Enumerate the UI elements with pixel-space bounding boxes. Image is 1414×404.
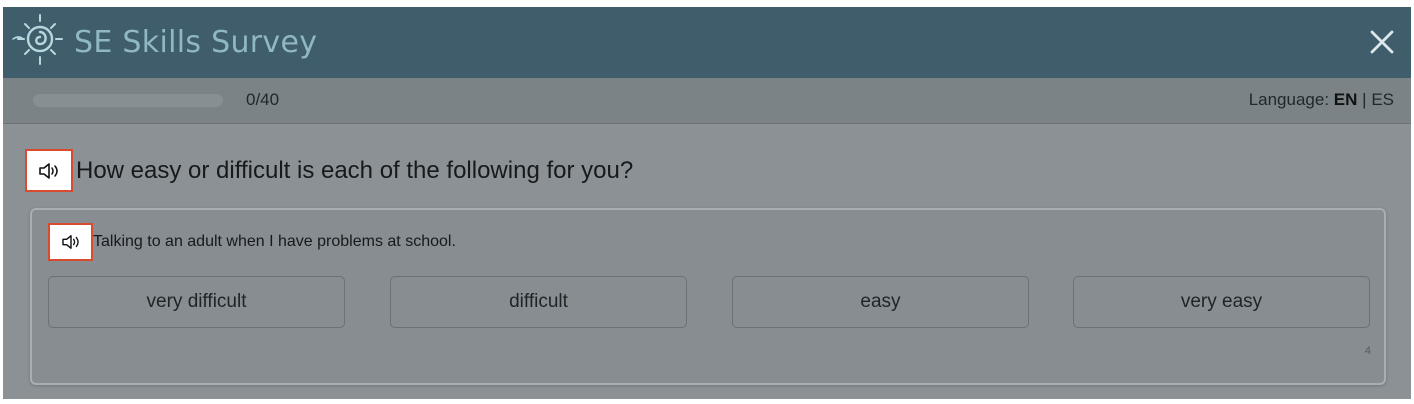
language-separator: | [1362, 90, 1367, 109]
language-label: Language: [1248, 90, 1330, 109]
survey-window: SE Skills Survey 0/40 Language: EN | ES … [3, 7, 1411, 399]
sun-swirl-logo-icon [5, 10, 69, 74]
app-title: SE Skills Survey [74, 25, 318, 60]
answer-difficult-button[interactable]: difficult [390, 276, 687, 328]
question-audio-button[interactable] [25, 149, 73, 192]
answer-easy-button[interactable]: easy [732, 276, 1029, 328]
speaker-icon [61, 235, 79, 249]
language-switcher: Language: EN | ES [1249, 89, 1394, 111]
progress-row: 0/40 Language: EN | ES [3, 78, 1411, 124]
language-option-en[interactable]: EN [1334, 90, 1358, 109]
answer-options: very difficult difficult easy very easy [32, 276, 1384, 330]
language-option-es[interactable]: ES [1371, 90, 1394, 109]
app-header: SE Skills Survey [3, 7, 1411, 78]
survey-item-card: Talking to an adult when I have problems… [30, 208, 1386, 385]
item-text: Talking to an adult when I have problems… [93, 233, 456, 250]
progress-count: 0/40 [246, 90, 280, 109]
answer-very-easy-button[interactable]: very easy [1073, 276, 1370, 328]
item-number: 4 [1364, 345, 1371, 357]
progress-bar [33, 94, 223, 107]
question-title: How easy or difficult is each of the fol… [76, 157, 634, 184]
question-area: How easy or difficult is each of the fol… [3, 124, 1411, 399]
answer-very-difficult-button[interactable]: very difficult [48, 276, 345, 328]
speaker-icon [39, 162, 58, 179]
close-icon[interactable] [1365, 25, 1399, 59]
item-audio-button[interactable] [48, 223, 93, 261]
